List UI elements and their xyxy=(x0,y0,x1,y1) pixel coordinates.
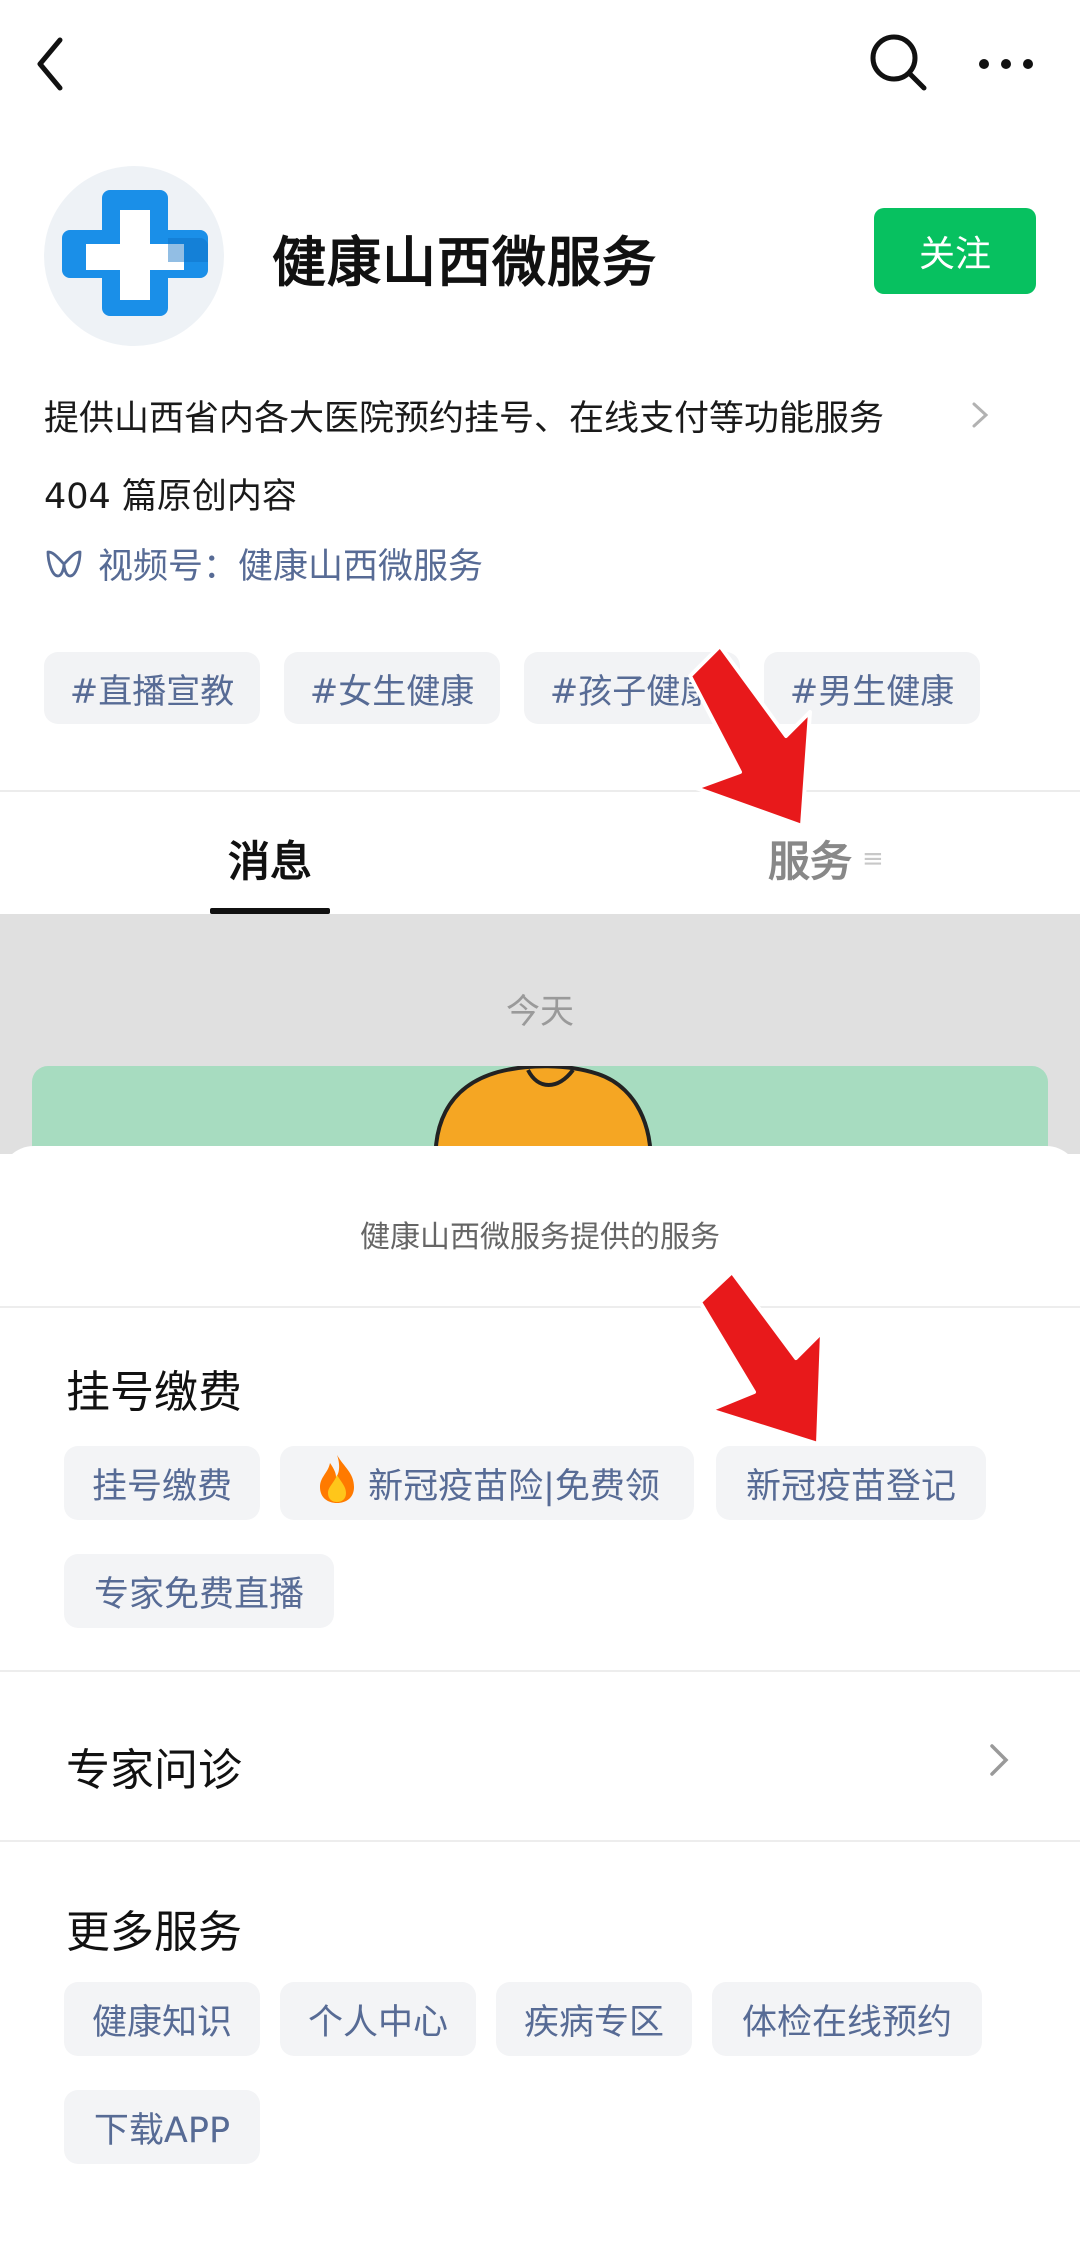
service-chip-vaccine-registration[interactable]: 新冠疫苗登记 xyxy=(716,1446,986,1520)
section-title-more-services: 更多服务 xyxy=(66,1907,242,1958)
tab-services-label: 服务 xyxy=(768,837,853,886)
red-arrow-annotation xyxy=(680,640,830,830)
chevron-right-icon[interactable] xyxy=(968,398,992,432)
sheet-title: 健康山西微服务提供的服务 xyxy=(360,1220,720,1255)
account-description[interactable]: 提供山西省内各大医院预约挂号、在线支付等功能服务 xyxy=(44,390,884,441)
divider xyxy=(0,1306,1080,1308)
red-arrow-annotation xyxy=(692,1266,840,1448)
back-icon[interactable] xyxy=(30,30,90,96)
divider xyxy=(0,1840,1080,1842)
tag-chip[interactable]: #直播宣教 xyxy=(44,652,260,724)
medical-cross-logo-icon xyxy=(62,190,208,316)
original-content-count[interactable]: 404 篇原创内容 xyxy=(44,468,297,519)
section-title-registration: 挂号缴费 xyxy=(66,1367,242,1418)
more-icon[interactable] xyxy=(976,44,1036,84)
tab-messages[interactable]: 消息 xyxy=(228,828,312,889)
search-icon[interactable] xyxy=(866,30,932,96)
tag-chip[interactable]: #女生健康 xyxy=(284,652,500,724)
service-chip-personal-center[interactable]: 个人中心 xyxy=(280,1982,476,2056)
account-name: 健康山西微服务 xyxy=(272,231,657,294)
divider xyxy=(0,1670,1080,1672)
menu-lines-icon: ≡ xyxy=(862,843,884,874)
service-chip-vaccine-insurance[interactable]: 新冠疫苗险|免费领 xyxy=(280,1446,694,1520)
chevron-right-icon[interactable] xyxy=(984,1738,1014,1782)
account-avatar[interactable] xyxy=(44,166,224,346)
divider xyxy=(0,790,1080,792)
section-title-expert-consult[interactable]: 专家问诊 xyxy=(66,1734,242,1798)
service-chip-checkup-booking[interactable]: 体检在线预约 xyxy=(712,1982,982,2056)
service-chip-disease-zone[interactable]: 疾病专区 xyxy=(496,1982,692,2056)
service-chip-download-app[interactable]: 下载APP xyxy=(64,2090,260,2164)
tab-services[interactable]: 服务 ≡ xyxy=(768,828,884,889)
service-chip-label: 新冠疫苗险|免费领 xyxy=(368,1466,660,1507)
service-chip-health-knowledge[interactable]: 健康知识 xyxy=(64,1982,260,2056)
video-channel-label: 视频号：健康山西微服务 xyxy=(98,547,484,587)
video-channel-icon xyxy=(46,550,82,577)
tag-list: #直播宣教 #女生健康 #孩子健康 #男生健康 xyxy=(44,652,1044,724)
feed-date-label: 今天 xyxy=(506,992,574,1032)
service-chip-registration[interactable]: 挂号缴费 xyxy=(64,1446,260,1520)
service-chip-expert-live[interactable]: 专家免费直播 xyxy=(64,1554,334,1628)
fire-icon xyxy=(314,1453,360,1514)
services-sheet xyxy=(0,1146,1080,2246)
video-channel-link[interactable]: 视频号：健康山西微服务 xyxy=(44,538,483,589)
follow-button[interactable]: 关注 xyxy=(874,208,1036,294)
